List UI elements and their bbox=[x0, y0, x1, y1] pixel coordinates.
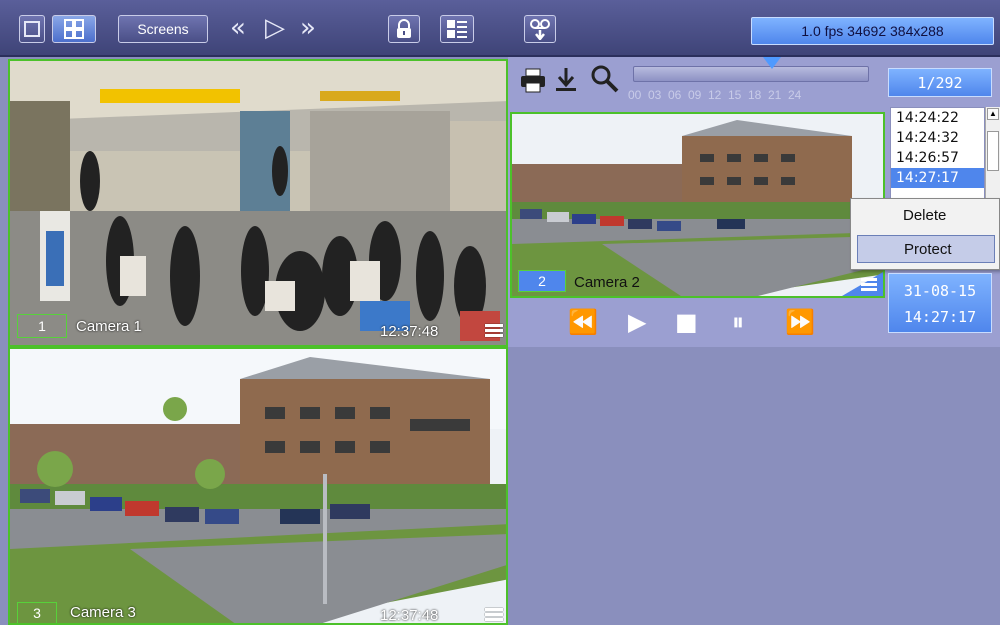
play-icon: ▶ bbox=[628, 308, 647, 336]
grid-icon bbox=[64, 19, 84, 39]
forward-fast-icon[interactable]: » bbox=[300, 14, 316, 42]
tick-label: 09 bbox=[688, 88, 702, 102]
camera-name: Camera 2 bbox=[574, 274, 640, 291]
timeline-marker[interactable] bbox=[763, 57, 781, 69]
play-button[interactable]: ▶ bbox=[628, 308, 646, 336]
camera-tile-3[interactable]: 3 Camera 3 12:37:48 bbox=[8, 347, 508, 625]
lock-icon bbox=[397, 19, 411, 38]
tick-label: 21 bbox=[768, 88, 782, 102]
list-item[interactable]: 14:26:57 bbox=[891, 148, 984, 168]
event-time-list[interactable]: 14:24:22 14:24:32 14:26:57 14:27:17 bbox=[890, 107, 985, 200]
grid-layout-button[interactable] bbox=[52, 15, 96, 43]
screens-button[interactable]: Screens bbox=[118, 15, 208, 43]
camera-menu-button[interactable] bbox=[842, 272, 883, 296]
search-icon[interactable] bbox=[590, 64, 620, 94]
scroll-thumb[interactable] bbox=[987, 131, 999, 171]
camera-name: Camera 3 bbox=[70, 604, 136, 621]
download-icon[interactable] bbox=[553, 66, 579, 94]
camera-menu-icon[interactable] bbox=[485, 608, 503, 622]
lock-button[interactable] bbox=[388, 15, 420, 43]
stop-button[interactable]: ■ bbox=[675, 308, 698, 336]
timeline-ticks: 00 03 06 09 12 15 18 21 24 bbox=[628, 88, 873, 102]
camera-tile-1[interactable]: 1 Camera 1 12:37:48 bbox=[8, 59, 508, 347]
fast-forward-icon: ⏩ bbox=[785, 308, 815, 336]
tick-label: 12 bbox=[708, 88, 722, 102]
camera-tile-2[interactable]: 2 Camera 2 bbox=[510, 112, 885, 298]
tick-label: 15 bbox=[728, 88, 742, 102]
scroll-up-icon[interactable]: ▲ bbox=[987, 108, 999, 120]
context-menu: Delete Protect bbox=[850, 198, 1000, 270]
print-icon[interactable] bbox=[520, 68, 548, 94]
rewind-fast-icon[interactable]: « bbox=[230, 14, 246, 42]
list-lock-icon bbox=[447, 20, 467, 38]
tick-label: 00 bbox=[628, 88, 642, 102]
time-text: 14:27:17 bbox=[903, 308, 977, 326]
record-counter: 1/292 bbox=[888, 68, 992, 97]
camera-2-feed bbox=[512, 114, 883, 296]
stop-icon: ■ bbox=[675, 308, 698, 336]
empty-layout-area bbox=[508, 347, 1000, 625]
camera-menu-icon[interactable] bbox=[485, 324, 503, 338]
rewind-button[interactable]: ⏪ bbox=[568, 308, 598, 336]
archive-download-button[interactable] bbox=[524, 15, 556, 43]
camera-list-button[interactable] bbox=[440, 15, 474, 43]
fast-forward-button[interactable]: ⏩ bbox=[785, 308, 815, 336]
top-toolbar: Screens « ▷ » 1.0 fps 34692 384x288 bbox=[0, 0, 1000, 57]
timeline-slider[interactable] bbox=[633, 66, 869, 82]
pause-button[interactable]: ⏸ bbox=[732, 308, 744, 336]
camera-time: 12:37:48 bbox=[380, 607, 439, 624]
tick-label: 24 bbox=[788, 88, 802, 102]
tape-download-icon bbox=[530, 19, 550, 40]
single-square-icon bbox=[24, 21, 40, 37]
tick-label: 18 bbox=[748, 88, 762, 102]
pause-icon: ⏸ bbox=[732, 308, 744, 336]
camera-number-badge[interactable]: 1 bbox=[17, 314, 67, 338]
list-item-selected[interactable]: 14:27:17 bbox=[891, 168, 984, 188]
camera-3-feed bbox=[10, 349, 506, 623]
single-layout-button[interactable] bbox=[19, 15, 45, 43]
list-scrollbar[interactable]: ▲ bbox=[985, 107, 1000, 200]
rewind-icon: ⏪ bbox=[568, 308, 598, 336]
camera-number-badge[interactable]: 3 bbox=[17, 602, 57, 623]
camera-name: Camera 1 bbox=[76, 318, 142, 335]
camera-1-feed bbox=[10, 61, 506, 345]
tick-label: 03 bbox=[648, 88, 662, 102]
tick-label: 06 bbox=[668, 88, 682, 102]
play-icon[interactable]: ▷ bbox=[265, 14, 285, 42]
list-item[interactable]: 14:24:32 bbox=[891, 128, 984, 148]
menu-triangle-icon bbox=[842, 272, 883, 296]
camera-time: 12:37:48 bbox=[380, 323, 439, 340]
fps-status: 1.0 fps 34692 384x288 bbox=[751, 17, 994, 45]
delete-menu-item[interactable]: Delete bbox=[857, 202, 995, 230]
date-text: 31-08-15 bbox=[903, 282, 977, 300]
protect-menu-item[interactable]: Protect bbox=[857, 235, 995, 263]
timestamp-display: 31-08-15 14:27:17 bbox=[888, 273, 992, 333]
camera-number-badge[interactable]: 2 bbox=[518, 270, 566, 292]
list-item[interactable]: 14:24:22 bbox=[891, 108, 984, 128]
